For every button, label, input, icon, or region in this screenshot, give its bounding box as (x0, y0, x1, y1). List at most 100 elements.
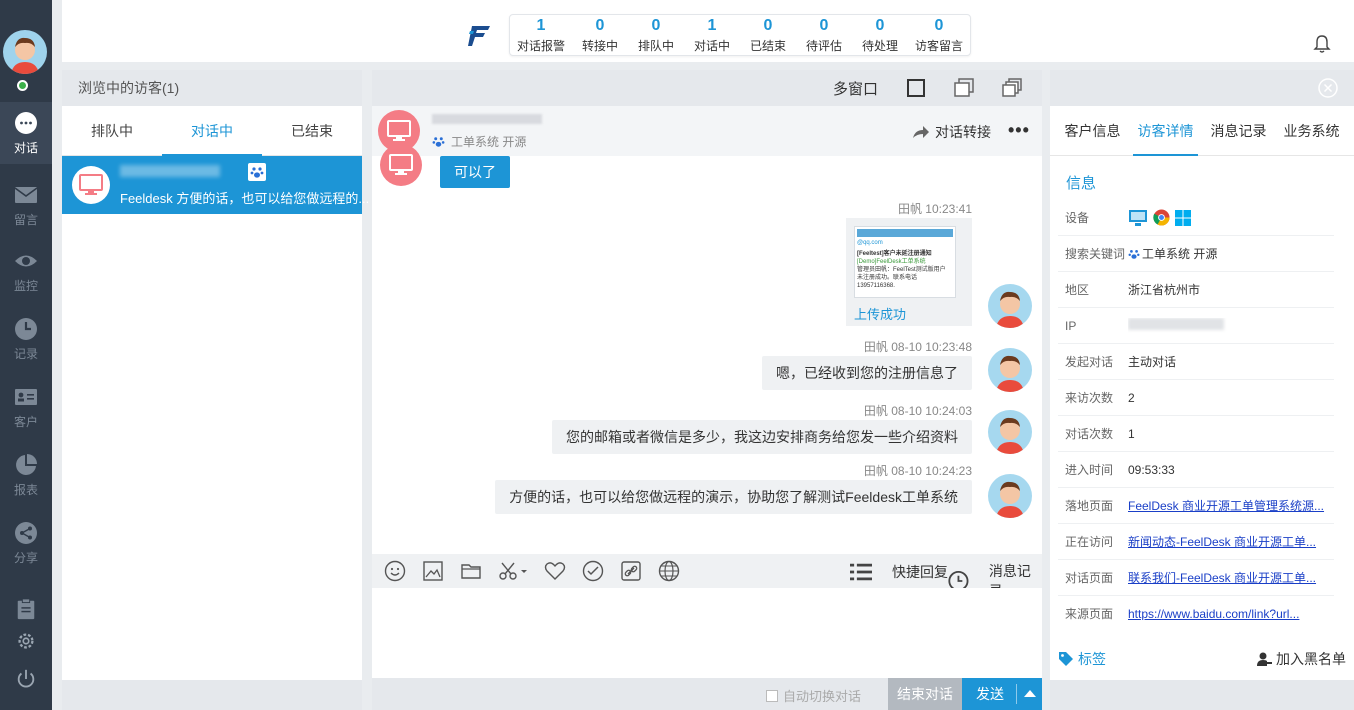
nav-label: 报表 (13, 482, 38, 497)
monitor-icon (389, 154, 413, 175)
stat-label: 待处理 (861, 38, 898, 53)
stat-ended[interactable]: 0 已结束 (740, 15, 796, 55)
stat-to-evaluate[interactable]: 0 待评估 (796, 15, 852, 55)
blacklist-button[interactable]: 加入黑名单 (1256, 649, 1346, 669)
stat-visitor-messages[interactable]: 0 访客留言 (908, 15, 970, 55)
stat-transferring[interactable]: 0 转接中 (572, 15, 628, 55)
stat-queued[interactable]: 0 排队中 (628, 15, 684, 55)
clipboard-button[interactable] (0, 598, 52, 620)
info-row-visits: 来访次数 2 (1058, 380, 1334, 416)
tab-queued[interactable]: 排队中 (62, 106, 162, 155)
stat-value: 0 (763, 16, 773, 34)
current-page-link[interactable]: 新闻动态-FeelDesk 商业开源工单... (1128, 535, 1316, 549)
nav-item-reports[interactable]: 报表 (0, 444, 52, 506)
nav-label: 监控 (13, 278, 38, 293)
visitor-avatar (380, 144, 422, 186)
detail-panel-header (1050, 70, 1354, 106)
globe-icon[interactable] (658, 560, 680, 582)
tag-button[interactable]: 标签 (1058, 649, 1106, 669)
message-meta: 田帆 10:23:41 (897, 202, 972, 216)
info-key: 设备 (1065, 211, 1090, 225)
tag-label: 标签 (1078, 651, 1106, 667)
multi-window-label: 多窗口 (832, 80, 878, 98)
send-options-caret-icon[interactable] (1024, 690, 1036, 697)
nav-item-monitor[interactable]: 监控 (0, 240, 52, 302)
list-icon (850, 563, 872, 581)
info-value: 2 (1128, 390, 1135, 405)
tab-business-system[interactable]: 业务系统 (1275, 106, 1348, 155)
stat-alert[interactable]: 1 对话报警 (510, 15, 572, 55)
info-key: 搜索关键词 (1065, 247, 1126, 261)
stat-label: 排队中 (637, 38, 674, 53)
nav-item-message[interactable]: 留言 (0, 174, 52, 236)
nav-item-share[interactable]: 分享 (0, 512, 52, 574)
message-input[interactable] (372, 588, 1042, 678)
top-bar: 1 对话报警 0 转接中 0 排队中 1 对话中 0 已结束 0 待评估 0 待处理 0 访客留… (62, 0, 1354, 62)
info-rows: 设备 搜索关键词 工单系统 开源 地区 浙江省杭州市 IP 发起对话 主动对话 (1058, 200, 1334, 620)
tab-ended[interactable]: 已结束 (262, 106, 362, 155)
info-key: 地区 (1065, 283, 1090, 297)
online-status-icon (17, 80, 28, 91)
tab-visitor-detail[interactable]: 访客详情 (1129, 106, 1202, 156)
tag-icon (1059, 652, 1073, 666)
auto-switch-checkbox[interactable] (766, 689, 778, 702)
agent-message: 您的邮箱或者微信是多少，我这边安排商务给您发一些介绍资料 (552, 420, 972, 454)
visitor-name-redacted (432, 114, 542, 124)
forward-arrow-icon (913, 126, 929, 138)
stat-value: 0 (819, 16, 829, 34)
message-meta: 田帆 08-10 10:23:48 (863, 340, 972, 354)
tab-customer-info[interactable]: 客户信息 (1056, 106, 1129, 155)
image-icon[interactable] (422, 560, 444, 582)
close-icon[interactable] (1318, 78, 1338, 98)
evaluation-icon[interactable] (582, 560, 604, 582)
nav-item-chat[interactable]: 对话 (0, 102, 52, 164)
uploaded-image-message[interactable]: @qq.com [Feeltest]客户未延注册通知 [Demo]FeelDes… (846, 218, 972, 326)
agent-avatar (988, 284, 1032, 328)
thumb-sub: [Demo]FeelDesk工单系统 (857, 259, 926, 265)
stat-pending[interactable]: 0 待处理 (852, 15, 908, 55)
clock-icon (15, 317, 37, 340)
info-key: 对话页面 (1065, 571, 1114, 585)
auto-switch-toggle[interactable]: 自动切换对话 (766, 686, 861, 705)
nav-item-records[interactable]: 记录 (0, 308, 52, 370)
chat-page-link[interactable]: 联系我们-FeelDesk 商业开源工单... (1128, 571, 1316, 585)
end-chat-button[interactable]: 结束对话 (888, 678, 962, 710)
stat-in-chat[interactable]: 1 对话中 (684, 15, 740, 55)
more-options-icon[interactable]: ••• (1008, 120, 1030, 141)
chat-window-toolbar: 多窗口 (372, 70, 1042, 106)
single-window-icon[interactable] (906, 78, 926, 98)
logout-button[interactable] (0, 668, 52, 690)
emoji-icon[interactable] (384, 560, 406, 582)
tab-message-records[interactable]: 消息记录 (1202, 106, 1275, 155)
settings-button[interactable] (0, 630, 52, 652)
quick-reply-button[interactable]: 快捷回复 (850, 561, 948, 583)
double-window-icon[interactable] (954, 78, 974, 98)
referrer-link[interactable]: https://www.baidu.com/link?url... (1128, 607, 1299, 621)
triple-window-icon[interactable] (1002, 78, 1022, 98)
send-button[interactable]: 发送 (962, 678, 1042, 710)
nav-label: 分享 (13, 550, 38, 565)
bell-icon[interactable] (1312, 34, 1332, 54)
detail-tabs: 客户信息 访客详情 消息记录 业务系统 (1050, 106, 1354, 156)
screenshot-scissors-icon[interactable] (498, 560, 528, 582)
visitor-list-item[interactable]: Feeldesk 方便的话，也可以给您做远程的... (62, 156, 369, 214)
gear-icon (18, 633, 34, 649)
blacklist-label: 加入黑名单 (1276, 651, 1346, 667)
stat-label: 访客留言 (914, 38, 963, 53)
upload-status: 上传成功 (854, 307, 907, 322)
agent-avatar (988, 410, 1032, 454)
tab-in-chat[interactable]: 对话中 (162, 106, 262, 156)
folder-icon[interactable] (460, 560, 482, 582)
share-icon (15, 521, 37, 544)
nav-item-customers[interactable]: 客户 (0, 376, 52, 438)
send-divider (1016, 684, 1017, 704)
uploaded-image-thumbnail[interactable]: @qq.com [Feeltest]客户未延注册通知 [Demo]FeelDes… (854, 226, 956, 298)
visitor-message: 可以了 (440, 156, 510, 188)
power-icon (17, 669, 35, 688)
link-icon[interactable] (620, 560, 642, 582)
transfer-chat-button[interactable]: 对话转接 (912, 122, 991, 142)
heart-icon[interactable] (544, 560, 566, 582)
landing-page-link[interactable]: FeelDesk 商业开源工单管理系统源... (1128, 499, 1324, 513)
agent-avatar[interactable] (3, 30, 47, 74)
baidu-source-icon (248, 163, 266, 181)
